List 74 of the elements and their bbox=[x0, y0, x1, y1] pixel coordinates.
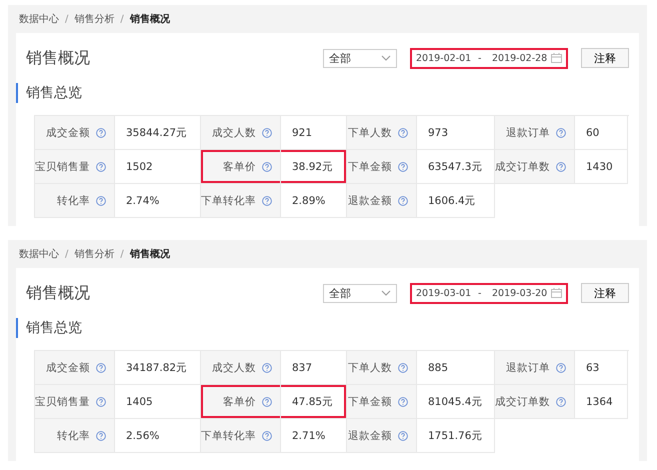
date-range-field[interactable]: 2019-02-01 - 2019-02-28 bbox=[410, 48, 568, 68]
help-icon[interactable] bbox=[398, 396, 408, 406]
metric-label-cell: 退款订单 bbox=[495, 116, 575, 150]
metric-value-cell: 47.85元 bbox=[281, 385, 347, 419]
help-icon[interactable] bbox=[262, 430, 272, 440]
breadcrumb-separator: / bbox=[120, 248, 124, 260]
metric-label-cell: 宝贝销售量 bbox=[35, 385, 115, 419]
breadcrumb-link[interactable]: 数据中心 bbox=[19, 12, 59, 26]
help-icon[interactable] bbox=[556, 162, 566, 172]
metric-label-cell: 退款金额 bbox=[347, 419, 417, 453]
metric-label-cell: 下单转化率 bbox=[201, 184, 281, 218]
metric-label-cell: 退款订单 bbox=[495, 351, 575, 385]
caret-icon bbox=[381, 55, 391, 61]
dropdown-select[interactable]: 全部 bbox=[323, 284, 397, 302]
page-title: 销售概况 bbox=[26, 48, 90, 68]
metric-value-cell: 63 bbox=[575, 351, 628, 385]
section-title: 销售总览 bbox=[16, 83, 639, 103]
caret-icon bbox=[381, 290, 391, 296]
metric-label-cell: 下单人数 bbox=[347, 116, 417, 150]
help-icon[interactable] bbox=[262, 162, 272, 172]
breadcrumb-link[interactable]: 数据中心 bbox=[19, 247, 59, 261]
metric-label-cell: 成交订单数 bbox=[495, 385, 575, 419]
metric-label-cell: 转化率 bbox=[35, 184, 115, 218]
calendar-icon bbox=[551, 53, 562, 63]
metric-label-cell: 下单金额 bbox=[347, 385, 417, 419]
metric-label-cell: 客单价 bbox=[201, 385, 281, 419]
help-icon[interactable] bbox=[96, 128, 106, 138]
help-icon[interactable] bbox=[556, 396, 566, 406]
metric-label-cell: 成交订单数 bbox=[495, 150, 575, 184]
metric-value-cell: 60 bbox=[575, 116, 628, 150]
help-icon[interactable] bbox=[262, 396, 272, 406]
metric-value-cell: 1430 bbox=[575, 150, 628, 184]
help-icon[interactable] bbox=[96, 396, 106, 406]
help-icon[interactable] bbox=[262, 196, 272, 206]
help-icon[interactable] bbox=[262, 362, 272, 372]
metric-value-cell: 1751.76元 bbox=[417, 419, 495, 453]
breadcrumb-separator: / bbox=[120, 14, 124, 24]
breadcrumb-link[interactable]: 销售分析 bbox=[74, 247, 114, 261]
metric-label-cell: 客单价 bbox=[201, 150, 281, 184]
metric-label-cell: 成交金额 bbox=[35, 351, 115, 385]
help-icon[interactable] bbox=[262, 128, 272, 138]
help-icon[interactable] bbox=[96, 430, 106, 440]
help-icon[interactable] bbox=[398, 162, 408, 172]
metric-label-cell: 下单转化率 bbox=[201, 419, 281, 453]
calendar-icon bbox=[551, 288, 562, 298]
help-icon[interactable] bbox=[398, 430, 408, 440]
help-icon[interactable] bbox=[96, 362, 106, 372]
note-button[interactable]: 注释 bbox=[581, 48, 629, 68]
metric-value-cell: 1606.4元 bbox=[417, 184, 495, 218]
metric-label-cell: 成交人数 bbox=[201, 116, 281, 150]
breadcrumb-separator: / bbox=[65, 14, 68, 24]
help-icon[interactable] bbox=[96, 162, 106, 172]
page-title: 销售概况 bbox=[26, 282, 90, 304]
date-range-field[interactable]: 2019-03-01 - 2019-03-20 bbox=[410, 282, 568, 304]
metric-label-cell: 宝贝销售量 bbox=[35, 150, 115, 184]
help-icon[interactable] bbox=[96, 196, 106, 206]
section-title: 销售总览 bbox=[16, 318, 639, 338]
metric-label-cell: 转化率 bbox=[35, 419, 115, 453]
metric-label-cell: 下单金额 bbox=[347, 150, 417, 184]
help-icon[interactable] bbox=[398, 128, 408, 138]
metric-value-cell: 1364 bbox=[575, 385, 628, 419]
metric-value-cell: 38.92元 bbox=[281, 150, 347, 184]
help-icon[interactable] bbox=[556, 362, 566, 372]
note-button[interactable]: 注释 bbox=[581, 283, 629, 303]
help-icon[interactable] bbox=[398, 196, 408, 206]
breadcrumb-separator: / bbox=[65, 248, 68, 260]
metric-label-cell: 成交金额 bbox=[35, 116, 115, 150]
metric-label-cell: 退款金额 bbox=[347, 184, 417, 218]
metric-label-cell: 下单人数 bbox=[347, 351, 417, 385]
help-icon[interactable] bbox=[556, 128, 566, 138]
dropdown-select[interactable]: 全部 bbox=[323, 48, 397, 68]
breadcrumb-link[interactable]: 销售分析 bbox=[74, 12, 114, 26]
metric-label-cell: 成交人数 bbox=[201, 351, 281, 385]
help-icon[interactable] bbox=[398, 362, 408, 372]
